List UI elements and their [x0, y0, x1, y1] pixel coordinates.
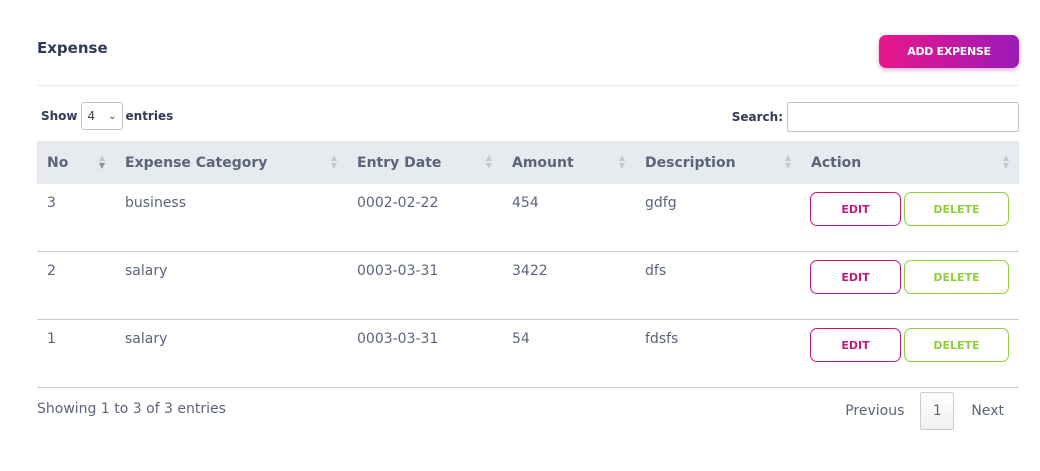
column-header-label: Entry Date [357, 154, 442, 171]
search-control: Search: [732, 102, 1019, 132]
cell-description: gdfg [645, 195, 677, 211]
column-header-label: No [47, 154, 69, 171]
cell-category: business [125, 195, 187, 211]
column-header-amount[interactable]: Amount ▲ ▼ [502, 141, 635, 184]
delete-button[interactable]: DELETE [904, 328, 1009, 362]
cell-entry-date: 0003-03-31 [357, 331, 439, 347]
pagination: Previous 1 Next [845, 392, 1019, 430]
cell-no: 2 [47, 263, 56, 279]
cell-entry-date: 0002-02-22 [357, 195, 439, 211]
column-header-action[interactable]: Action ▲ ▼ [801, 141, 1019, 184]
column-header-label: Description [645, 154, 736, 171]
edit-button[interactable]: EDIT [810, 192, 901, 226]
cell-no: 3 [47, 195, 56, 211]
cell-category: salary [125, 263, 168, 279]
chevron-down-icon: ⌄ [108, 110, 117, 122]
cell-amount: 54 [512, 331, 530, 347]
search-label: Search: [731, 110, 783, 124]
table-info: Showing 1 to 3 of 3 entries [37, 401, 226, 417]
delete-button[interactable]: DELETE [904, 260, 1009, 294]
entries-length-control: Show 4 ⌄ entries [41, 102, 173, 130]
sort-icon: ▲ ▼ [1002, 153, 1009, 170]
delete-button[interactable]: DELETE [904, 192, 1009, 226]
column-header-label: Amount [512, 154, 574, 171]
cell-entry-date: 0003-03-31 [357, 263, 439, 279]
column-header-label: Action [811, 154, 862, 171]
cell-no: 1 [47, 331, 56, 347]
cell-description: fdsfs [645, 331, 679, 347]
column-header-no[interactable]: No ▲ ▼ [37, 141, 115, 184]
cell-actions: EDIT DELETE [801, 184, 1019, 251]
cell-actions: EDIT DELETE [801, 320, 1019, 387]
search-input[interactable] [787, 102, 1019, 132]
sort-icon: ▲ ▼ [485, 153, 492, 170]
table-row: 3 business 0002-02-22 454 gdfg EDIT DELE… [37, 184, 1019, 252]
cell-actions: EDIT DELETE [801, 252, 1019, 319]
add-expense-button[interactable]: ADD EXPENSE [879, 35, 1019, 68]
column-header-label: Expense Category [125, 154, 268, 171]
table-row: 1 salary 0003-03-31 54 fdsfs EDIT DELETE [37, 320, 1019, 388]
page-title: Expense [37, 39, 108, 57]
edit-button[interactable]: EDIT [810, 260, 901, 294]
entries-select-value: 4 [87, 109, 96, 123]
cell-category: salary [125, 331, 168, 347]
column-header-description[interactable]: Description ▲ ▼ [635, 141, 801, 184]
page-number-button[interactable]: 1 [920, 392, 955, 430]
sort-icon: ▲ ▼ [784, 153, 791, 170]
edit-button[interactable]: EDIT [810, 328, 901, 362]
table-row: 2 salary 0003-03-31 3422 dfs EDIT DELETE [37, 252, 1019, 320]
column-header-category[interactable]: Expense Category ▲ ▼ [115, 141, 347, 184]
entries-label: entries [125, 109, 174, 123]
sort-icon: ▲ ▼ [618, 153, 625, 170]
previous-page-button[interactable]: Previous [845, 403, 904, 419]
show-label: Show [41, 109, 78, 123]
expense-card: Expense ADD EXPENSE Show 4 ⌄ entries Sea… [37, 0, 1019, 471]
cell-description: dfs [645, 263, 667, 279]
cell-amount: 454 [512, 195, 539, 211]
column-header-entry-date[interactable]: Entry Date ▲ ▼ [347, 141, 502, 184]
cell-amount: 3422 [512, 263, 548, 279]
expense-table: No ▲ ▼ Expense Category ▲ ▼ Entry Date ▲ ▼ … [37, 141, 1019, 388]
divider [37, 85, 1019, 86]
next-page-button[interactable]: Next [971, 403, 1004, 419]
table-header: No ▲ ▼ Expense Category ▲ ▼ Entry Date ▲ ▼ … [37, 141, 1019, 184]
entries-select[interactable]: 4 ⌄ [80, 102, 123, 130]
sort-icon: ▲ ▼ [98, 153, 105, 170]
sort-icon: ▲ ▼ [330, 153, 337, 170]
